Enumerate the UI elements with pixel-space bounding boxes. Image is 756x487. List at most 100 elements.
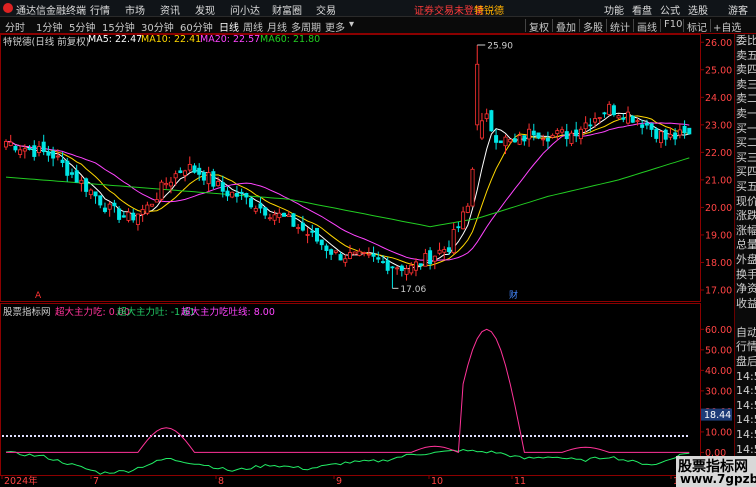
candle-body: [423, 253, 428, 267]
price-axis-label: 21.00: [705, 175, 732, 186]
candle-body: [682, 125, 687, 134]
candle-body: [583, 122, 588, 130]
high-label: 25.90: [487, 42, 513, 52]
candle-body: [498, 140, 503, 144]
side-panel-item: 盘后: [736, 355, 756, 369]
price-axis-label: 18.00: [705, 258, 732, 269]
candle-body: [347, 252, 352, 259]
side-panel-item: 收益: [736, 296, 756, 310]
side-panel-item: 涨幅: [736, 223, 756, 237]
candle-body: [663, 129, 668, 140]
candle-body: [531, 130, 536, 136]
candle-body: [446, 247, 451, 252]
candle-body: [300, 222, 305, 231]
side-panel-item: 净资: [736, 282, 756, 296]
candle-body: [564, 131, 569, 140]
indicator-axis-label: 40.00: [705, 366, 732, 377]
price-axis-label: 20.00: [705, 203, 732, 214]
side-panel-item: [735, 311, 756, 326]
candle-body: [668, 133, 673, 138]
candle-body: [131, 212, 136, 221]
candle-body: [470, 168, 475, 207]
candle-body: [234, 193, 239, 197]
date-axis-label: 11: [514, 476, 526, 487]
candle-body: [536, 132, 541, 139]
indicator-spit-line: [5, 448, 690, 475]
candle-body: [27, 148, 32, 150]
side-panel-item: 14:50: [736, 384, 756, 398]
candle-body: [621, 117, 626, 120]
candle-body: [626, 111, 631, 124]
low-label: 17.06: [400, 285, 426, 295]
side-quote-panel: 委比 卖五 卖四 卖三 卖二 卖一 买一 买二 买三 买四 买五 现价 涨跌 涨幅 总量 外盘 换手 净资 收益 自动…: [734, 34, 756, 487]
candle-body: [296, 227, 301, 229]
candle-body: [32, 145, 37, 157]
candle-body: [8, 141, 13, 146]
candle-body: [588, 124, 593, 127]
candle-body: [602, 112, 607, 115]
candle-body: [380, 261, 385, 263]
candle-body: [126, 211, 131, 221]
candle-body: [616, 115, 621, 119]
candle-body: [413, 261, 418, 271]
candle-body: [140, 209, 145, 215]
candle-body: [197, 167, 202, 175]
candle-body: [22, 148, 27, 152]
side-panel-item: 自动: [736, 325, 756, 339]
side-panel-item: 买三: [736, 150, 756, 164]
candle-body: [112, 202, 117, 207]
candle-body: [324, 245, 329, 251]
side-panel-item: 总量: [736, 238, 756, 252]
candle-body: [74, 170, 79, 183]
candle-body: [673, 132, 678, 140]
candle-body: [635, 120, 640, 123]
candle-body: [357, 250, 362, 256]
candle-body: [216, 181, 221, 187]
ma5-line: [5, 112, 690, 270]
candle-body: [230, 191, 235, 198]
candle-body: [659, 131, 664, 144]
candle-body: [451, 229, 456, 254]
candle-body: [69, 172, 74, 175]
date-axis-label: 7: [93, 476, 99, 487]
candle-body: [178, 170, 183, 173]
indicator-axis-label: 60.00: [705, 325, 732, 336]
candle-body: [385, 260, 390, 271]
candle-body: [611, 105, 616, 116]
candle-body: [574, 129, 579, 137]
candle-body: [475, 63, 480, 126]
candle-body: [305, 234, 310, 236]
candle-body: [329, 249, 334, 255]
candle-body: [508, 138, 513, 143]
candle-body: [36, 146, 41, 153]
price-axis-label: 17.00: [705, 285, 732, 296]
price-axis-label: 24.00: [705, 93, 732, 104]
candle-body: [465, 205, 470, 213]
candle-body: [282, 212, 287, 217]
side-panel-item: 换手: [736, 267, 756, 281]
candle-body: [244, 193, 249, 198]
candle-body: [187, 164, 192, 171]
side-panel-item: 卖四: [736, 63, 756, 77]
candle-body: [687, 127, 692, 135]
candle-body: [597, 117, 602, 119]
candle-body: [135, 213, 140, 225]
candle-body: [168, 181, 173, 187]
candle-body: [220, 182, 225, 192]
candle-body: [418, 263, 423, 267]
candle-body: [272, 214, 277, 221]
indicator-axis-label: 50.00: [705, 345, 732, 356]
side-panel-item: 14:50: [736, 413, 756, 427]
candle-body: [352, 251, 357, 255]
candle-body: [60, 159, 65, 163]
candle-body: [484, 113, 489, 120]
candle-body: [201, 171, 206, 181]
date-axis-label: 8: [218, 476, 224, 487]
candle-body: [569, 132, 574, 144]
price-axis-label: 23.00: [705, 120, 732, 131]
candle-body: [164, 182, 169, 186]
kline-chart[interactable]: 26.00 25.00 24.00 23.00 22.00 21.00 20.00 19.00…: [0, 0, 734, 487]
candle-body: [249, 198, 254, 208]
candle-body: [512, 138, 517, 143]
side-panel-item: 14:50: [736, 428, 756, 442]
